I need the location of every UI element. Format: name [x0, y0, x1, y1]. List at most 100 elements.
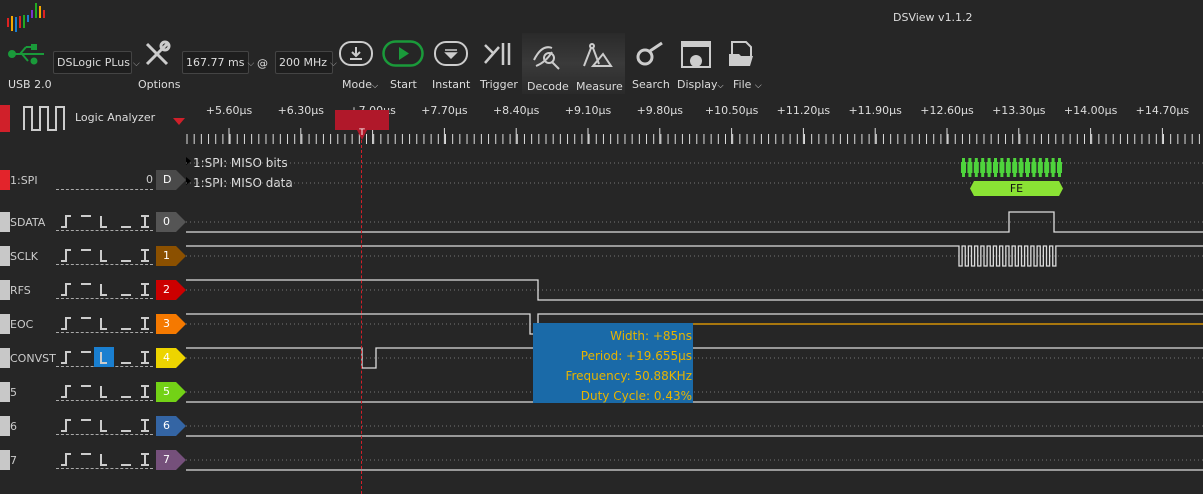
trigger-button[interactable]: Trigger	[480, 78, 518, 91]
trigger-type-selector[interactable]	[56, 211, 153, 231]
file-folder-icon[interactable]	[728, 40, 756, 68]
duration-select[interactable]: 167.77 ms ⌵	[182, 51, 254, 74]
channel-tag[interactable]: 7	[156, 450, 186, 470]
mode-button[interactable]: Mode⌵	[342, 78, 378, 91]
channel-tag[interactable]: 4	[156, 348, 186, 368]
usb-status: USB 2.0	[8, 78, 52, 91]
chevron-down-icon: ⌵	[717, 81, 724, 90]
channel-color-bar	[0, 314, 10, 334]
trigger-options-icon[interactable]	[56, 245, 153, 265]
trigger-options-icon[interactable]	[56, 313, 153, 333]
start-button[interactable]: Start	[390, 78, 417, 91]
channel-name: 7	[10, 454, 17, 467]
trigger-type-selector[interactable]	[56, 313, 153, 333]
trigger-cursor-line	[361, 140, 362, 494]
trigger-icon[interactable]	[483, 41, 513, 67]
channel-tag[interactable]: 3	[156, 314, 186, 334]
miso-bit	[1037, 162, 1043, 173]
measure-width: Width: +85ns	[610, 329, 692, 343]
miso-bit	[1025, 162, 1030, 173]
decode-icon[interactable]	[532, 42, 562, 70]
mode-name: Logic Analyzer	[75, 111, 156, 124]
trigger-options-icon[interactable]	[56, 415, 153, 435]
display-settings-icon[interactable]	[681, 41, 711, 68]
trigger-type-selector[interactable]	[56, 347, 153, 367]
ruler-tick-label: +14.70µs	[1135, 104, 1190, 117]
ruler-tick-label: +13.30µs	[992, 104, 1046, 117]
instant-icon[interactable]	[434, 41, 468, 66]
search-button[interactable]: Search	[632, 78, 670, 91]
channel-name: SCLK	[10, 250, 39, 263]
trigger-position-marker[interactable]	[335, 110, 389, 130]
chevron-down-icon: ⌵	[371, 81, 379, 90]
channel-tag[interactable]: 2	[156, 280, 186, 300]
channel-color-bar	[0, 416, 10, 436]
instant-button[interactable]: Instant	[432, 78, 470, 91]
trigger-options-icon[interactable]	[56, 381, 153, 401]
trigger-options-icon[interactable]	[56, 211, 153, 231]
miso-bit	[1057, 162, 1062, 173]
caret-down-icon[interactable]	[173, 118, 185, 125]
display-button[interactable]: Display⌵	[677, 78, 724, 91]
channel-color-bar	[0, 280, 10, 300]
chevron-down-icon: ⌵	[247, 59, 255, 69]
trigger-options-icon[interactable]	[56, 449, 153, 469]
trigger-type-selector[interactable]	[56, 449, 153, 469]
channel-name: EOC	[10, 318, 34, 331]
chevron-down-icon: ⌵	[330, 59, 337, 69]
miso-bit	[980, 162, 986, 173]
decode-button[interactable]: Decode	[527, 80, 569, 93]
device-select[interactable]: DSLogic PLus ⌵	[53, 51, 140, 74]
miso-bit	[999, 162, 1005, 173]
channel-tag[interactable]: 1	[156, 246, 186, 266]
channel-name: SDATA	[10, 216, 46, 229]
start-play-icon[interactable]	[382, 40, 424, 67]
measure-button[interactable]: Measure	[576, 80, 623, 93]
miso-bit	[973, 162, 979, 173]
ruler-tick-label: +11.90µs	[848, 104, 902, 117]
trigger-type-selector[interactable]	[56, 245, 153, 265]
ruler-tick-label: +8.40µs	[492, 104, 540, 117]
miso-bit	[1031, 162, 1037, 173]
decoded-data-value[interactable]: FE	[970, 181, 1063, 196]
logic-wave-icon	[23, 106, 65, 131]
decoder-name: 1:SPI	[10, 174, 38, 187]
dsview-logo	[7, 3, 45, 32]
ruler-tick-label: +11.20µs	[776, 104, 831, 117]
ruler-tick-label: +9.10µs	[564, 104, 612, 117]
channel-tag[interactable]: 6	[156, 416, 186, 436]
miso-bit	[967, 162, 973, 173]
measure-compass-icon[interactable]	[581, 42, 613, 70]
ruler-tick-label: +7.70µs	[421, 104, 468, 117]
ruler-tick-label: +12.60µs	[920, 104, 974, 117]
trigger-type-selector[interactable]	[56, 279, 153, 299]
trigger-type-selector[interactable]	[56, 381, 153, 401]
options-wrench-icon[interactable]	[143, 40, 171, 68]
decoder-value: 0	[56, 170, 153, 190]
samplerate-value: 200 MHz	[279, 56, 328, 69]
channel-tag[interactable]: 0	[156, 212, 186, 232]
display-label: Display	[677, 78, 718, 91]
file-button[interactable]: File ⌵	[733, 78, 762, 91]
ruler-tick-label: +6.30µs	[277, 104, 325, 117]
mode-label: Mode	[342, 78, 372, 91]
decoder-tag[interactable]: D	[156, 170, 186, 190]
chevron-down-icon: ⌵	[132, 59, 140, 69]
miso-bit	[1005, 162, 1011, 173]
mode-icon[interactable]	[339, 41, 373, 66]
trigger-type-selector[interactable]	[56, 415, 153, 435]
mode-color-bar	[0, 105, 10, 132]
options-button[interactable]: Options	[138, 78, 180, 91]
usb-icon	[8, 44, 44, 65]
samplerate-select[interactable]: 200 MHz ⌵	[275, 51, 337, 74]
miso-bit	[961, 162, 966, 173]
trigger-options-icon[interactable]	[56, 347, 153, 367]
trigger-options-icon[interactable]	[56, 279, 153, 299]
search-magnifier-icon[interactable]	[632, 41, 666, 67]
channel-tag[interactable]: 5	[156, 382, 186, 402]
channel-color-bar	[0, 382, 10, 402]
channel-name: CONVST	[10, 352, 56, 365]
decoder-color-bar	[0, 170, 10, 190]
measure-frequency: Frequency: 50.88KHz	[565, 369, 692, 383]
measure-period: Period: +19.655µs	[580, 349, 692, 363]
